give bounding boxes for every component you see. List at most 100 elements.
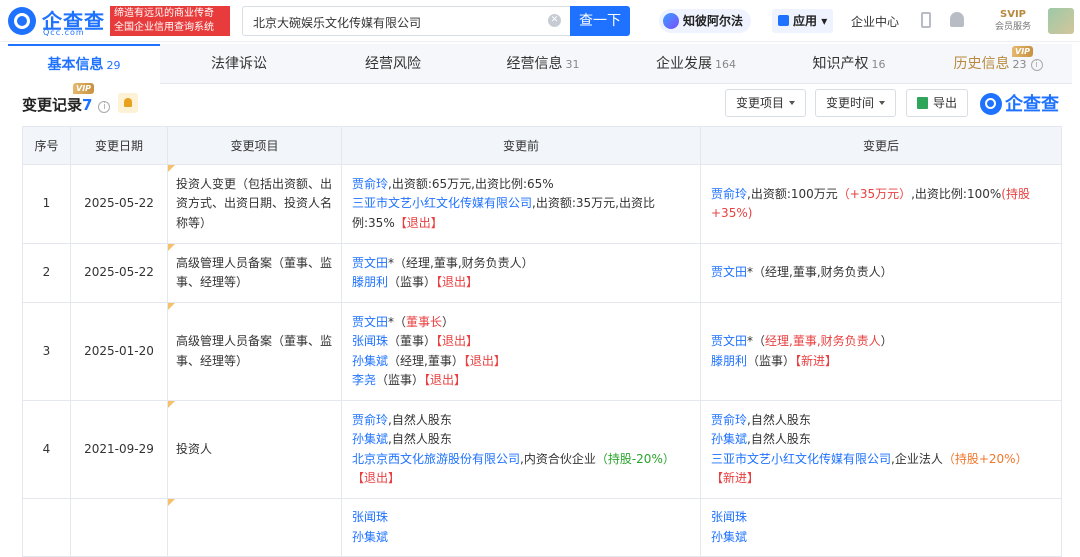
entity-link[interactable]: 张闻珠	[352, 510, 388, 524]
tab-count: 164	[715, 58, 736, 71]
entity-link[interactable]: 滕朋利	[711, 354, 747, 368]
cell-date: 2025-05-22	[70, 243, 168, 303]
entity-link[interactable]: 孙集斌	[352, 530, 388, 544]
search-input[interactable]: 北京大碗娱乐文化传媒有限公司	[242, 6, 570, 36]
entity-link[interactable]: 孙集斌	[711, 432, 747, 446]
change-text: ,自然人股东	[747, 412, 811, 427]
tab-label: 基本信息	[47, 57, 104, 73]
tab-legal[interactable]: 法律诉讼	[160, 44, 318, 84]
filter-change-time-dropdown[interactable]: 变更时间	[815, 89, 897, 117]
change-line: 滕朋利（监事）【退出】	[352, 273, 690, 293]
logo-domain: Qcc.com	[43, 28, 85, 37]
entity-link[interactable]: 贾俞玲	[711, 187, 747, 201]
cell-index: 1	[22, 164, 71, 244]
change-text: （监事）	[388, 275, 437, 289]
history-vip-badge: VIP	[1012, 46, 1034, 57]
change-line: 孙集斌,自然人股东	[711, 430, 1051, 450]
enterprise-center-link[interactable]: 企业中心	[851, 13, 899, 30]
col-header-index: 序号	[22, 126, 71, 165]
change-text: 【退出】	[424, 373, 467, 387]
section-count: 7	[82, 96, 93, 114]
change-text: （监事）	[376, 373, 425, 387]
caret-down-icon	[789, 101, 796, 105]
info-icon[interactable]: i	[98, 101, 111, 113]
tab-bar: 基本信息 29 法律诉讼 经营风险 经营信息 31 企业发展 164 知识产权 16 历…	[8, 44, 1072, 84]
filter-label: 变更时间	[826, 96, 875, 110]
tab-risk[interactable]: 经营风险	[318, 44, 468, 84]
entity-link[interactable]: 李尧	[352, 373, 376, 387]
entity-link[interactable]: 张闻珠	[711, 510, 747, 524]
entity-link[interactable]: 贾文田	[352, 315, 388, 329]
apps-menu[interactable]: 应用 ▾	[772, 9, 834, 33]
entity-link[interactable]: 孙集斌	[711, 530, 747, 544]
change-text: ,自然人股东	[747, 432, 811, 446]
entity-link[interactable]: 三亚市文艺小红文化传媒有限公司	[711, 452, 891, 466]
entity-link[interactable]: 北京京西文化旅游股份有限公司	[352, 452, 520, 466]
cell-before: 贾文田*（董事长） 张闻珠（董事）【退出】 孙集斌（经理,董事）【退出】 李尧（监事）…	[341, 302, 701, 401]
avatar[interactable]	[1048, 8, 1074, 34]
change-text: ,出资比例:100%	[911, 186, 1002, 201]
cell-before: 张闻珠 孙集斌	[341, 498, 701, 557]
svip-membership[interactable]: SVIP 会员服务	[990, 9, 1036, 35]
logo[interactable]: 企查查 Qcc.com	[8, 5, 108, 37]
change-text: *（	[747, 334, 766, 348]
change-text: 【退出】	[436, 334, 479, 348]
cell-date: 2025-05-22	[70, 164, 168, 244]
entity-link[interactable]: 贾俞玲	[352, 177, 388, 191]
tab-label: 经营风险	[365, 56, 421, 72]
change-text: 【退出】	[436, 275, 479, 289]
change-records-table: 序号 变更日期 变更项目 变更前 变更后 1 2025-05-22 投资人变更（包括…	[22, 126, 1062, 557]
tab-business-info[interactable]: 经营信息 31	[468, 44, 618, 84]
cell-index	[22, 498, 71, 557]
entity-link[interactable]: 三亚市文艺小红文化传媒有限公司	[352, 196, 532, 210]
slogan-banner[interactable]: 缔造有远见的商业传奇 全国企业信用查询系统	[110, 6, 230, 36]
cell-before: 贾俞玲,出资额:65万元,出资比例:65% 三亚市文艺小红文化传媒有限公司,出资额…	[341, 164, 701, 244]
apps-label: 应用	[793, 14, 818, 28]
cell-before: 贾俞玲,自然人股东 孙集斌,自然人股东 北京京西文化旅游股份有限公司,内资合伙企业（…	[341, 400, 701, 499]
export-button[interactable]: 导出	[906, 89, 969, 117]
caret-down-icon	[879, 101, 886, 105]
entity-link[interactable]: 贾俞玲	[711, 413, 747, 427]
change-line: 贾文田*（董事长）	[352, 313, 690, 333]
excel-icon	[917, 97, 928, 109]
tab-count: 23	[1012, 58, 1027, 71]
change-line: 三亚市文艺小红文化传媒有限公司,出资额:35万元,出资比例:35%【退出】	[352, 194, 690, 233]
search-button[interactable]: 查一下	[570, 6, 630, 36]
change-line: 三亚市文艺小红文化传媒有限公司,企业法人（持股+20%）	[711, 450, 1051, 470]
entity-link[interactable]: 贾文田	[352, 256, 388, 270]
tab-development[interactable]: 企业发展 164	[618, 44, 774, 84]
monitor-bell-icon[interactable]	[118, 93, 138, 113]
cell-after: 贾俞玲,出资额:100万元（+35万元）,出资比例:100%(持股+35%)	[700, 164, 1062, 244]
brand-text: 企查查	[1005, 94, 1059, 115]
clear-icon[interactable]: ✕	[548, 14, 561, 27]
zhibi-alpha-button[interactable]: 知彼阿尔法	[659, 9, 752, 33]
entity-link[interactable]: 贾俞玲	[352, 413, 388, 427]
phone-icon[interactable]	[921, 12, 931, 28]
entity-link[interactable]: 滕朋利	[352, 275, 388, 289]
change-line: 贾文田*（经理,董事,财务负责人）	[352, 254, 690, 274]
entity-link[interactable]: 贾文田	[711, 334, 747, 348]
entity-link[interactable]: 贾文田	[711, 265, 747, 279]
corner-marker	[168, 499, 175, 506]
cell-change-item: 投资人变更（包括出资额、出资方式、出资日期、投资人名称等）	[167, 164, 342, 244]
filter-change-item-dropdown[interactable]: 变更项目	[725, 89, 807, 117]
tab-label: 经营信息	[506, 56, 563, 72]
change-text: （持股-20%）	[595, 451, 675, 466]
info-icon: i	[1030, 59, 1043, 71]
change-text: ,自然人股东	[388, 432, 452, 446]
entity-link[interactable]: 张闻珠	[352, 334, 388, 348]
notification-bell-icon[interactable]	[950, 12, 964, 27]
export-label: 导出	[933, 96, 958, 110]
change-line: 贾俞玲,出资额:100万元（+35万元）,出资比例:100%(持股+35%)	[711, 185, 1051, 224]
cell-change-item: 高级管理人员备案（董事、监事、经理等）	[167, 302, 342, 401]
entity-link[interactable]: 孙集斌	[352, 432, 388, 446]
tab-ip[interactable]: 知识产权 16	[774, 44, 924, 84]
change-line: 张闻珠（董事）【退出】	[352, 332, 690, 352]
entity-link[interactable]: 孙集斌	[352, 354, 388, 368]
corner-marker	[168, 244, 175, 251]
tab-history[interactable]: 历史信息 23 i	[924, 44, 1072, 84]
cell-change-item: 高级管理人员备案（董事、监事、经理等）	[167, 243, 342, 303]
change-line: 孙集斌	[711, 528, 1051, 548]
tab-basic-info[interactable]: 基本信息 29	[8, 44, 160, 84]
apps-grid-icon	[778, 15, 789, 26]
